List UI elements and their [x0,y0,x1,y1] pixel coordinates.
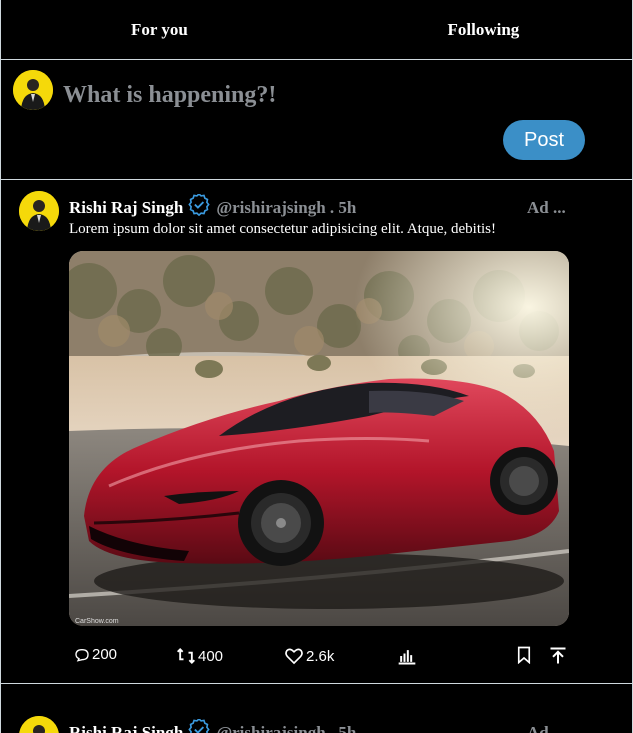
reply-button[interactable]: 200 [74,646,117,663]
like-button[interactable]: 2.6k [284,646,334,666]
tweet-more-menu[interactable]: Ad ... [527,198,566,218]
timeline-column: For you Following Post Rishi Raj Sin [0,0,633,733]
author-handle[interactable]: @rishirajsingh . 5h [216,198,356,218]
comment-icon [75,648,89,662]
retweet-button[interactable]: 400 [176,646,223,666]
tweet-media-image[interactable]: CarShow.com [69,251,569,626]
heart-icon [285,648,303,665]
tweet-header: Rishi Raj Singh @rishirajsingh . 5h [69,194,356,218]
red-sports-car-image: CarShow.com [69,251,569,626]
tweet-header: Rishi Raj Singh @rishirajsingh . 5h [69,719,356,733]
user-avatar[interactable] [13,70,53,110]
verified-badge-icon [188,194,211,216]
media-watermark: CarShow.com [75,618,119,625]
verified-badge-icon [188,719,211,733]
like-count: 2.6k [306,647,335,665]
tab-following-label: Following [447,19,520,39]
reply-count: 200 [92,646,118,663]
tweet-more-menu[interactable]: Ad ... [527,723,566,733]
tab-for-you[interactable]: For you [1,0,318,59]
author-handle[interactable]: @rishirajsingh . 5h [216,723,356,733]
compose-input[interactable] [63,80,563,110]
retweet-icon [177,648,195,664]
timeline-tabs: For you Following [1,0,633,60]
bookmark-button[interactable] [516,646,532,664]
tweet-card[interactable]: Rishi Raj Singh @rishirajsingh . 5h Ad .… [1,684,633,733]
tab-following[interactable]: Following [318,0,633,59]
tweet-text: Lorem ipsum dolor sit amet consectetur a… [69,221,496,237]
author-name[interactable]: Rishi Raj Singh [69,198,183,218]
analytics-button[interactable] [397,646,417,666]
post-button[interactable]: Post [503,120,585,160]
bookmark-icon [517,646,531,664]
author-avatar[interactable] [19,191,59,231]
author-avatar[interactable] [19,716,59,733]
share-icon [550,647,566,664]
bar-chart-icon [398,650,416,665]
tweet-composer: Post [1,60,633,180]
tweet-actions: 200 400 2.6k [1,646,633,674]
retweet-count: 400 [198,647,224,665]
author-name[interactable]: Rishi Raj Singh [69,723,183,733]
tab-for-you-label: For you [131,19,188,39]
tweet-card[interactable]: Rishi Raj Singh @rishirajsingh . 5h Ad .… [1,180,633,684]
share-button[interactable] [548,646,568,666]
